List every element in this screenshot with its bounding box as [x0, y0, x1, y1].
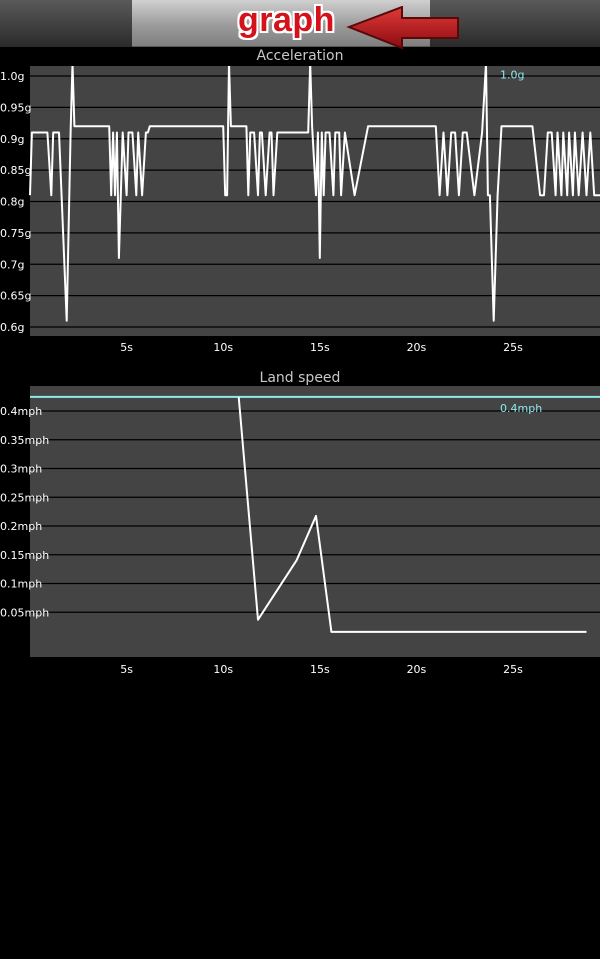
speed-y-tick-label: 0.25mph	[0, 491, 49, 504]
speed-x-tick-label: 10s	[213, 663, 233, 676]
speed-y-tick-label: 0.15mph	[0, 549, 49, 562]
accel-x-tick-label: 20s	[407, 341, 427, 354]
accel-max-label: 1.0g	[500, 68, 524, 81]
accel-y-tick-label: 1.0g	[0, 70, 24, 83]
graph-title: graph	[238, 1, 335, 39]
accel-x-tick-label: 5s	[120, 341, 133, 354]
acceleration-chart-title: Acceleration	[256, 48, 344, 64]
speed-max-label: 0.4mph	[500, 402, 542, 415]
accel-y-tick-label: 0.95g	[0, 101, 31, 114]
speed-y-tick-label: 0.1mph	[0, 578, 42, 591]
speed-y-tick-label: 0.3mph	[0, 463, 42, 476]
accel-y-tick-label: 0.6g	[0, 321, 24, 334]
speed-y-tick-label: 0.2mph	[0, 520, 42, 533]
speed-x-tick-label: 25s	[503, 663, 523, 676]
speed-y-tick-label: 0.35mph	[0, 434, 49, 447]
speed-x-tick-label: 5s	[120, 663, 133, 676]
accel-y-tick-label: 0.75g	[0, 227, 31, 240]
accel-y-tick-label: 0.9g	[0, 133, 24, 146]
acceleration-chart: 0.6g 0.65g 0.7g 0.75g 0.8g 0.85g 0.9g 0.95g 1.0g…	[0, 66, 600, 354]
accel-y-tick-label: 0.85g	[0, 164, 31, 177]
arrow-shape	[346, 6, 459, 50]
accel-x-tick-label: 25s	[503, 341, 523, 354]
accel-x-tick-label: 10s	[213, 341, 233, 354]
land-speed-chart: 0.05mph 0.1mph 0.15mph 0.2mph 0.25mph 0.3mph 0…	[0, 386, 600, 676]
speed-x-tick-label: 15s	[310, 663, 330, 676]
accel-y-tick-label: 0.7g	[0, 258, 24, 271]
speed-y-tick-label: 0.05mph	[0, 606, 49, 619]
left-arrow-icon	[346, 6, 459, 50]
accel-y-tick-label: 0.8g	[0, 196, 24, 209]
accel-x-tick-label: 15s	[310, 341, 330, 354]
speed-plot-area	[30, 386, 600, 657]
speed-y-tick-label: 0.4mph	[0, 405, 42, 418]
land-speed-chart-title: Land speed	[259, 370, 341, 386]
accel-y-tick-label: 0.65g	[0, 290, 31, 303]
speed-x-tick-label: 20s	[407, 663, 427, 676]
